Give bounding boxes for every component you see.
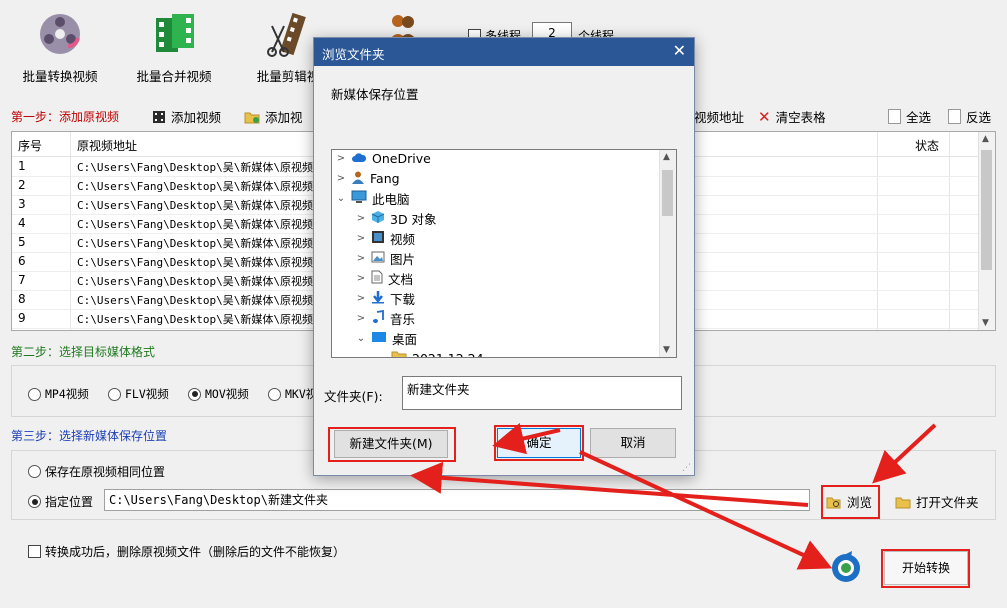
- arrow-to-start: [579, 450, 833, 570]
- arrow-to-browse: [872, 423, 937, 484]
- annotation-arrows: [410, 422, 937, 570]
- arrow-to-new-folder: [410, 461, 809, 507]
- arrow-to-ok: [492, 422, 561, 455]
